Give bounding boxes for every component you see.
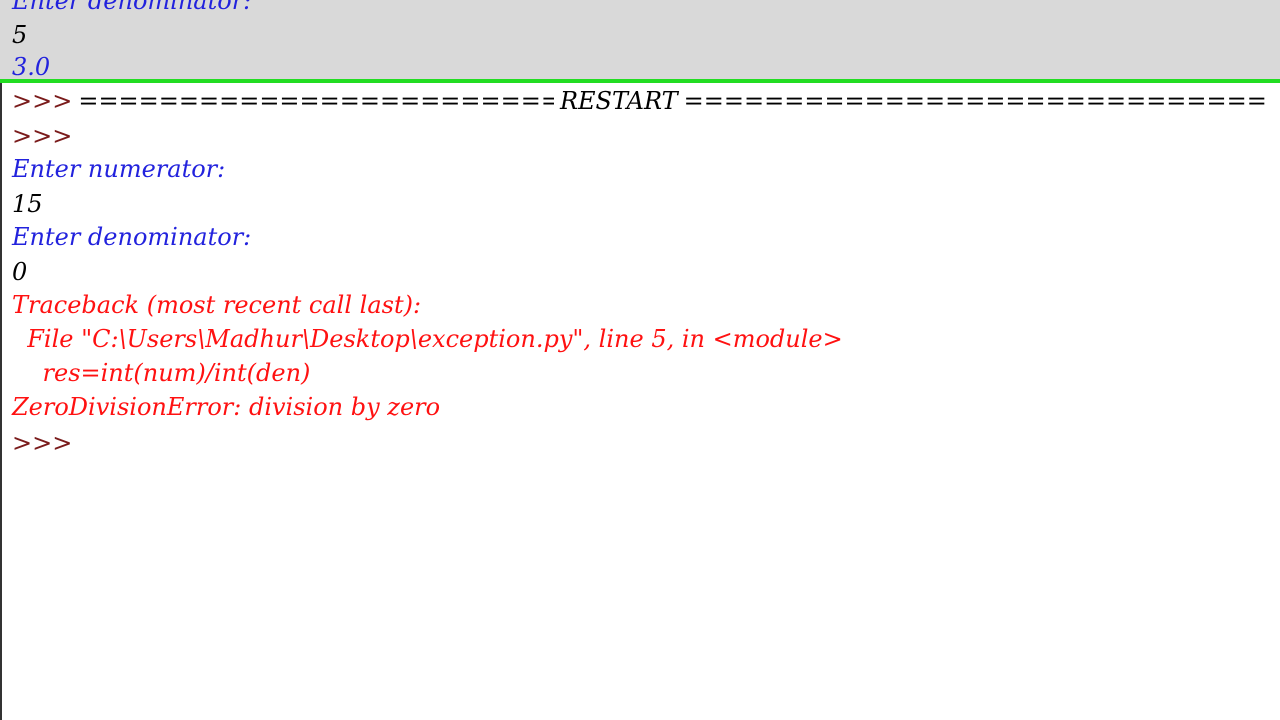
input-numerator: 15 xyxy=(12,190,43,218)
window-left-edge xyxy=(0,83,2,720)
traceback-code-line: res=int(num)/int(den) xyxy=(12,359,311,387)
restart-equals-right: ========================================… xyxy=(683,87,1268,115)
history-line-1: Enter denominator: xyxy=(12,0,252,15)
prompt-line: >>> xyxy=(12,122,73,150)
python-shell-window[interactable]: Enter denominator: 5 3.0 >>> ===========… xyxy=(0,0,1280,720)
restart-prompt: >>> xyxy=(12,87,73,115)
history-line-2: 5 xyxy=(12,21,28,49)
current-prompt[interactable]: >>> xyxy=(12,428,72,458)
input-denominator: 0 xyxy=(12,258,28,286)
output-enter-numerator: Enter numerator: xyxy=(12,155,226,183)
traceback-header: Traceback (most recent call last): xyxy=(12,291,422,319)
history-line-3: 3.0 xyxy=(12,53,51,79)
restart-label: RESTART xyxy=(559,87,678,115)
restart-banner: >>> =================================== … xyxy=(12,86,1268,116)
previous-output-area: Enter denominator: 5 3.0 xyxy=(0,0,1280,79)
output-enter-denominator: Enter denominator: xyxy=(12,223,252,251)
restart-equals-left: =================================== xyxy=(78,87,554,115)
error-message: ZeroDivisionError: division by zero xyxy=(12,393,441,421)
traceback-file-line: File "C:\Users\Madhur\Desktop\exception.… xyxy=(12,325,843,353)
